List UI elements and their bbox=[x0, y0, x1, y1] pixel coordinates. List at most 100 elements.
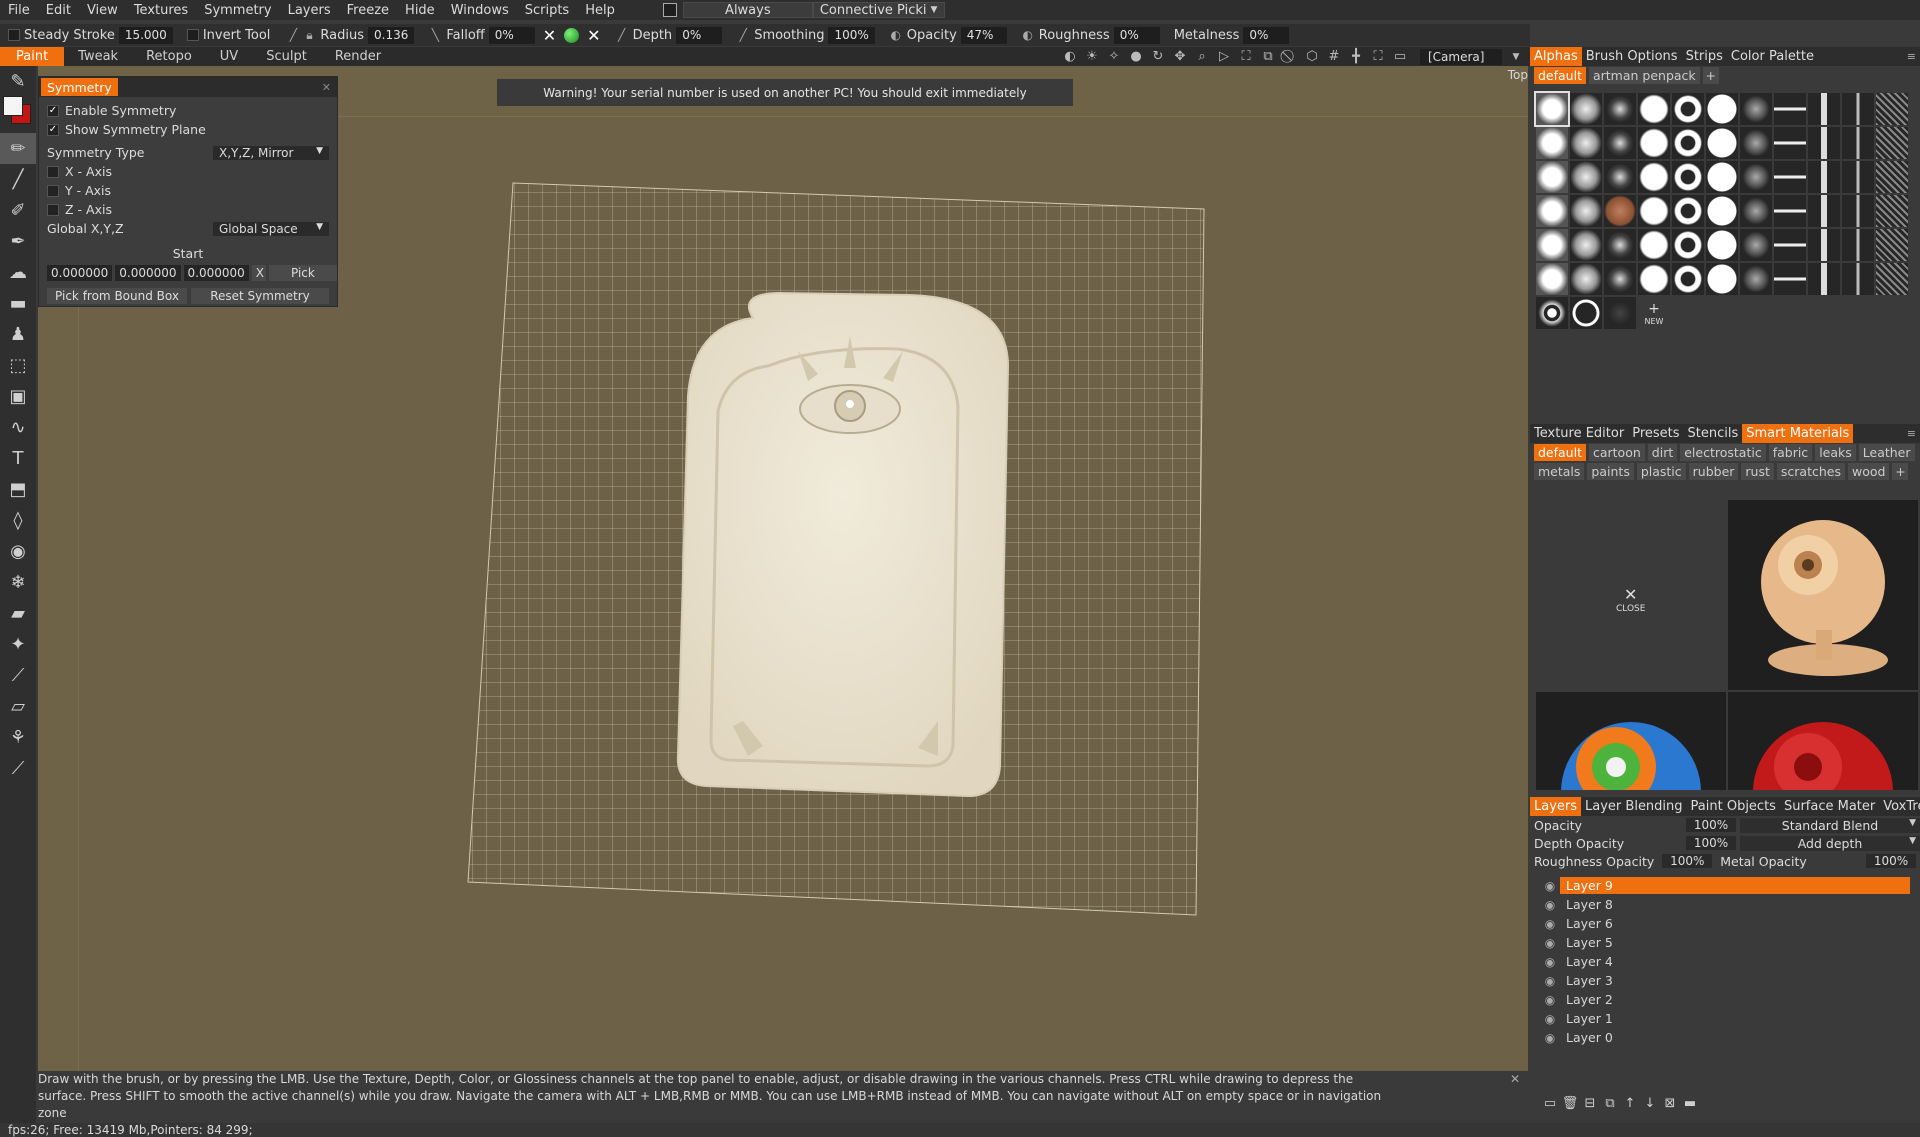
tab-paint[interactable]: Paint bbox=[0, 47, 65, 66]
menu-file[interactable]: File bbox=[0, 3, 38, 18]
alpha-brush-tip[interactable] bbox=[1808, 161, 1840, 193]
alpha-brush-tip[interactable] bbox=[1604, 161, 1636, 193]
always-dropdown[interactable]: Always bbox=[682, 2, 813, 18]
alpha-brush-tip[interactable] bbox=[1536, 127, 1568, 159]
tab-presets[interactable]: Presets bbox=[1628, 426, 1683, 441]
alpha-brush-tip[interactable] bbox=[1536, 161, 1568, 193]
depth-opacity-field[interactable]: 100% bbox=[1686, 836, 1736, 850]
alpha-brush-tip[interactable] bbox=[1842, 161, 1874, 193]
smoothing-field[interactable]: 100% bbox=[828, 26, 875, 44]
visibility-eye-icon[interactable]: ◉ bbox=[1540, 1012, 1560, 1026]
knife-icon[interactable]: ⟋ bbox=[0, 660, 36, 691]
cat-paints[interactable]: paints bbox=[1587, 463, 1634, 480]
alpha-brush-tip[interactable] bbox=[1774, 93, 1806, 125]
x-axis-row[interactable]: X - Axis bbox=[39, 162, 337, 181]
x-axis-checkbox[interactable] bbox=[47, 165, 59, 178]
alpha-brush-tip[interactable] bbox=[1774, 229, 1806, 261]
alpha-brush-tip[interactable] bbox=[1604, 263, 1636, 295]
depth-opacity-label[interactable]: Depth Opacity bbox=[1534, 836, 1624, 851]
alpha-brush-tip[interactable] bbox=[1842, 93, 1874, 125]
fit-icon[interactable]: ⛶ bbox=[1238, 49, 1254, 65]
steady-stroke-checkbox[interactable] bbox=[8, 29, 20, 41]
eraser-icon[interactable]: ◊ bbox=[0, 505, 36, 536]
axis-icon[interactable]: ╋ bbox=[1348, 49, 1364, 65]
close-icon[interactable]: ✕ bbox=[1510, 1071, 1520, 1088]
alpha-brush-tip[interactable] bbox=[1808, 93, 1840, 125]
invert-tool-checkbox[interactable] bbox=[186, 29, 199, 41]
tab-sculpt[interactable]: Sculpt bbox=[252, 47, 321, 66]
alpha-brush-tip[interactable] bbox=[1604, 93, 1636, 125]
roughness-opacity-field[interactable]: 100% bbox=[1662, 854, 1713, 868]
show-plane-row[interactable]: ✓ Show Symmetry Plane bbox=[39, 120, 337, 139]
eye-icon[interactable]: ◉ bbox=[0, 536, 36, 567]
text-icon[interactable]: T bbox=[0, 443, 36, 474]
cat-electrostatic[interactable]: electrostatic bbox=[1680, 444, 1766, 461]
tab-surface-mater[interactable]: Surface Mater bbox=[1780, 799, 1879, 814]
global-space-dropdown[interactable]: Global Space ▼ bbox=[213, 221, 329, 236]
cat-fabric[interactable]: fabric bbox=[1768, 444, 1813, 461]
smoothing-label[interactable]: Smoothing bbox=[754, 28, 824, 43]
falloff-curve-icon[interactable]: ╲ bbox=[428, 28, 442, 42]
cat-leaks[interactable]: leaks bbox=[1815, 444, 1856, 461]
menu-edit[interactable]: Edit bbox=[38, 3, 79, 18]
alpha-brush-tip[interactable] bbox=[1672, 263, 1704, 295]
alpha-brush-tip[interactable] bbox=[1638, 229, 1670, 261]
brush-tool-icon[interactable]: ✎ bbox=[0, 66, 36, 97]
alpha-brush-tip[interactable] bbox=[1638, 263, 1670, 295]
roughness-icon[interactable]: ◐ bbox=[1021, 28, 1035, 42]
tab-uv[interactable]: UV bbox=[206, 47, 252, 66]
opacity-label[interactable]: Opacity bbox=[907, 28, 957, 43]
alpha-brush-tip[interactable] bbox=[1638, 93, 1670, 125]
smoothing-icon[interactable]: ╱ bbox=[736, 28, 750, 42]
spray-icon[interactable]: ▬ bbox=[0, 288, 36, 319]
visibility-eye-icon[interactable]: ◉ bbox=[1540, 955, 1560, 969]
move-up-icon[interactable]: ↑ bbox=[1620, 1096, 1640, 1111]
menu-hide[interactable]: Hide bbox=[397, 3, 443, 18]
alpha-brush-tip[interactable] bbox=[1570, 161, 1602, 193]
metal-opacity-field[interactable]: 100% bbox=[1866, 854, 1916, 868]
move-down-icon[interactable]: ↓ bbox=[1640, 1096, 1660, 1111]
layer-name[interactable]: Layer 5 bbox=[1560, 934, 1910, 951]
cat-wood[interactable]: wood bbox=[1848, 463, 1890, 480]
paint-brush-icon[interactable]: ✏ bbox=[0, 133, 36, 164]
alpha-brush-tip[interactable] bbox=[1774, 263, 1806, 295]
fill-icon[interactable]: ⬚ bbox=[0, 350, 36, 381]
depth-pressure-icon[interactable]: ╱ bbox=[615, 28, 629, 42]
opacity-field[interactable]: 47% bbox=[960, 26, 1007, 44]
layer-name[interactable]: Layer 8 bbox=[1560, 896, 1910, 913]
cat-scratches[interactable]: scratches bbox=[1776, 463, 1845, 480]
panel-menu-icon[interactable]: ≡ bbox=[1907, 427, 1916, 440]
alpha-brush-tip[interactable] bbox=[1740, 127, 1772, 159]
cube-icon[interactable]: ⬡ bbox=[1304, 49, 1320, 65]
iron-icon[interactable]: ⏥ bbox=[0, 691, 36, 722]
material-ball-icon[interactable] bbox=[564, 27, 580, 43]
new-alpha-button[interactable]: + NEW bbox=[1638, 297, 1670, 329]
pencil-icon[interactable]: ╱ bbox=[0, 164, 36, 195]
layer-row[interactable]: ◉ Layer 1 bbox=[1530, 1009, 1920, 1028]
layer-row[interactable]: ◉ Layer 5 bbox=[1530, 933, 1920, 952]
alpha-brush-tip[interactable] bbox=[1672, 229, 1704, 261]
visibility-eye-icon[interactable]: ◉ bbox=[1540, 898, 1560, 912]
alpha-brush-tip[interactable] bbox=[1570, 127, 1602, 159]
material-cell-cartoon[interactable] bbox=[1536, 692, 1726, 790]
alpha-brush-tip[interactable] bbox=[1604, 195, 1636, 227]
reset-symmetry-button[interactable]: Reset Symmetry bbox=[191, 287, 329, 304]
visibility-eye-icon[interactable]: ◉ bbox=[1540, 936, 1560, 950]
material-cell-empty[interactable]: ✕ CLOSE bbox=[1536, 500, 1726, 690]
roughness-field[interactable]: 0% bbox=[1113, 26, 1160, 44]
menu-help[interactable]: Help bbox=[577, 3, 623, 18]
maximize-icon[interactable]: ⛶ bbox=[1370, 49, 1386, 65]
chevron-down-icon[interactable]: ▼ bbox=[1508, 49, 1524, 65]
cat-default[interactable]: default bbox=[1534, 444, 1586, 461]
alpha-brush-tip[interactable] bbox=[1706, 93, 1738, 125]
visibility-eye-icon[interactable]: ◉ bbox=[1540, 993, 1560, 1007]
always-checkbox[interactable] bbox=[662, 3, 677, 17]
alpha-brush-tip[interactable] bbox=[1706, 161, 1738, 193]
alpha-brush-tip[interactable] bbox=[1774, 195, 1806, 227]
alpha-brush-tip[interactable] bbox=[1706, 195, 1738, 227]
alpha-brush-tip[interactable] bbox=[1740, 229, 1772, 261]
layer-row[interactable]: ◉ Layer 2 bbox=[1530, 990, 1920, 1009]
menu-freeze[interactable]: Freeze bbox=[339, 3, 397, 18]
airbrush-icon[interactable]: ✐ bbox=[0, 195, 36, 226]
cat-dirt[interactable]: dirt bbox=[1647, 444, 1678, 461]
